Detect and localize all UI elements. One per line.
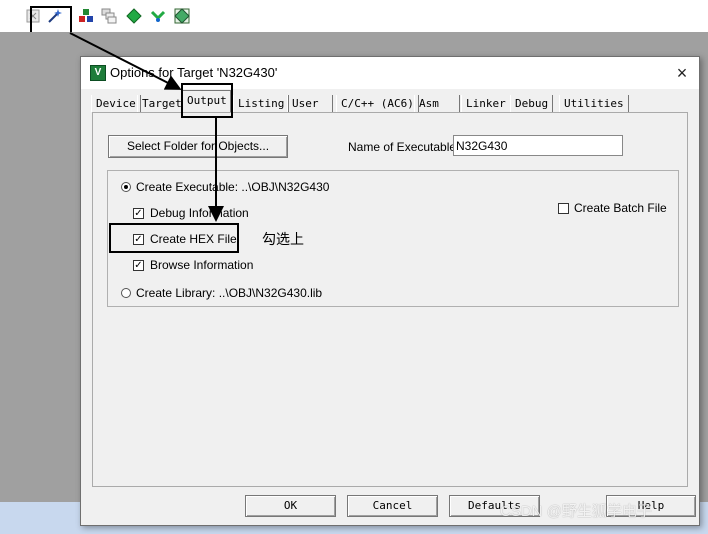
annotation-arrows	[69, 32, 224, 222]
watermark: CSDN @野生狐学电子	[500, 503, 652, 520]
annotation-text: 勾选上	[262, 231, 304, 247]
arrow-to-output-tab	[69, 32, 182, 90]
